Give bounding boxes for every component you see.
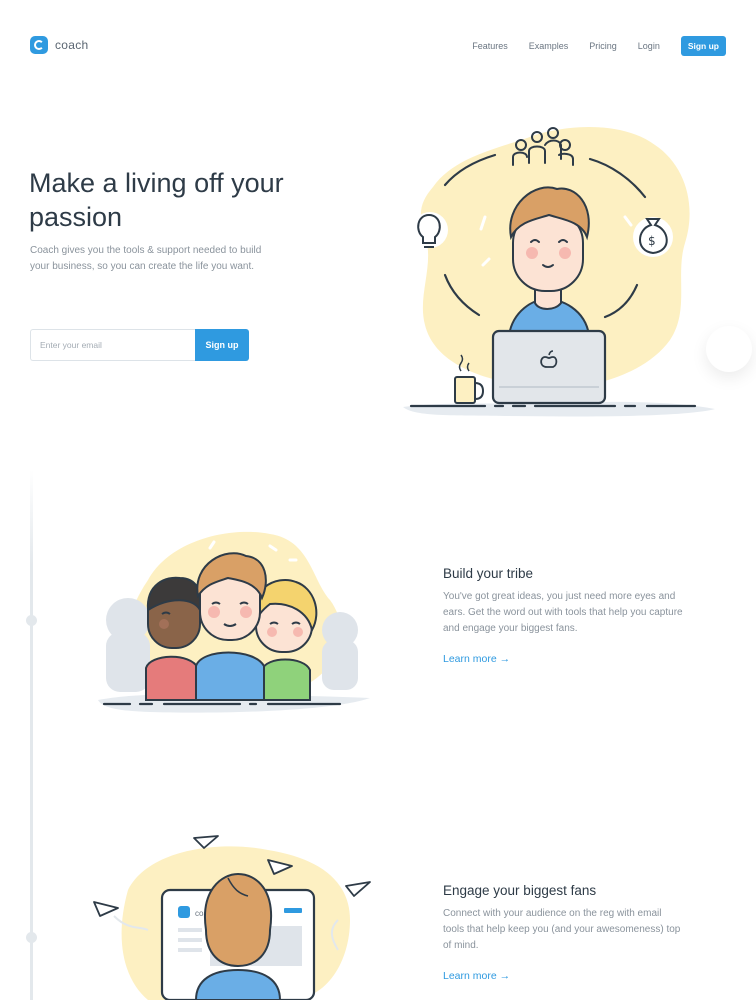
logo-text: coach: [55, 38, 89, 52]
person-illustration: [507, 186, 591, 336]
feature-title-engage: Engage your biggest fans: [443, 883, 597, 898]
svg-text:$: $: [648, 234, 656, 248]
hero-signup-button[interactable]: Sign up: [195, 329, 249, 361]
logo-mark-icon: [30, 36, 48, 54]
timeline-line: [30, 470, 33, 1000]
nav-links: Features Examples Pricing Login Sign up: [451, 36, 726, 56]
learn-more-link-engage[interactable]: Learn more →: [443, 970, 510, 982]
money-bag-icon: $: [633, 217, 673, 257]
hero-title: Make a living off your passion: [29, 168, 284, 232]
signup-form: Sign up: [30, 329, 249, 361]
timeline-dot: [26, 932, 37, 943]
floating-action-button[interactable]: [706, 326, 752, 372]
timeline-dot: [26, 615, 37, 626]
feature-title-tribe: Build your tribe: [443, 566, 534, 581]
feature-text-engage: Connect with your audience on the reg wi…: [443, 908, 681, 951]
nav-link-features[interactable]: Features: [472, 41, 508, 51]
learn-more-link-tribe[interactable]: Learn more →: [443, 653, 510, 665]
tribe-illustration: [98, 531, 370, 713]
nav-link-login[interactable]: Login: [638, 41, 660, 51]
nav-signup-button[interactable]: Sign up: [680, 36, 726, 56]
logo[interactable]: coach: [30, 36, 89, 54]
laptop-illustration: [491, 329, 607, 405]
top-nav: coach Features Examples Pricing Login Si…: [0, 0, 756, 92]
engage-illustration: coa: [93, 835, 371, 1000]
hero-subtitle: Coach gives you the tools & support need…: [30, 245, 262, 272]
feature-text-tribe: You've got great ideas, you just need mo…: [443, 591, 683, 634]
lightbulb-icon: [412, 212, 448, 248]
person-left: [145, 576, 202, 701]
person-center: [195, 552, 267, 701]
hero-illustration: $: [403, 126, 715, 417]
nav-link-examples[interactable]: Examples: [529, 41, 569, 51]
nav-link-pricing[interactable]: Pricing: [589, 41, 617, 51]
email-input[interactable]: [30, 329, 195, 361]
